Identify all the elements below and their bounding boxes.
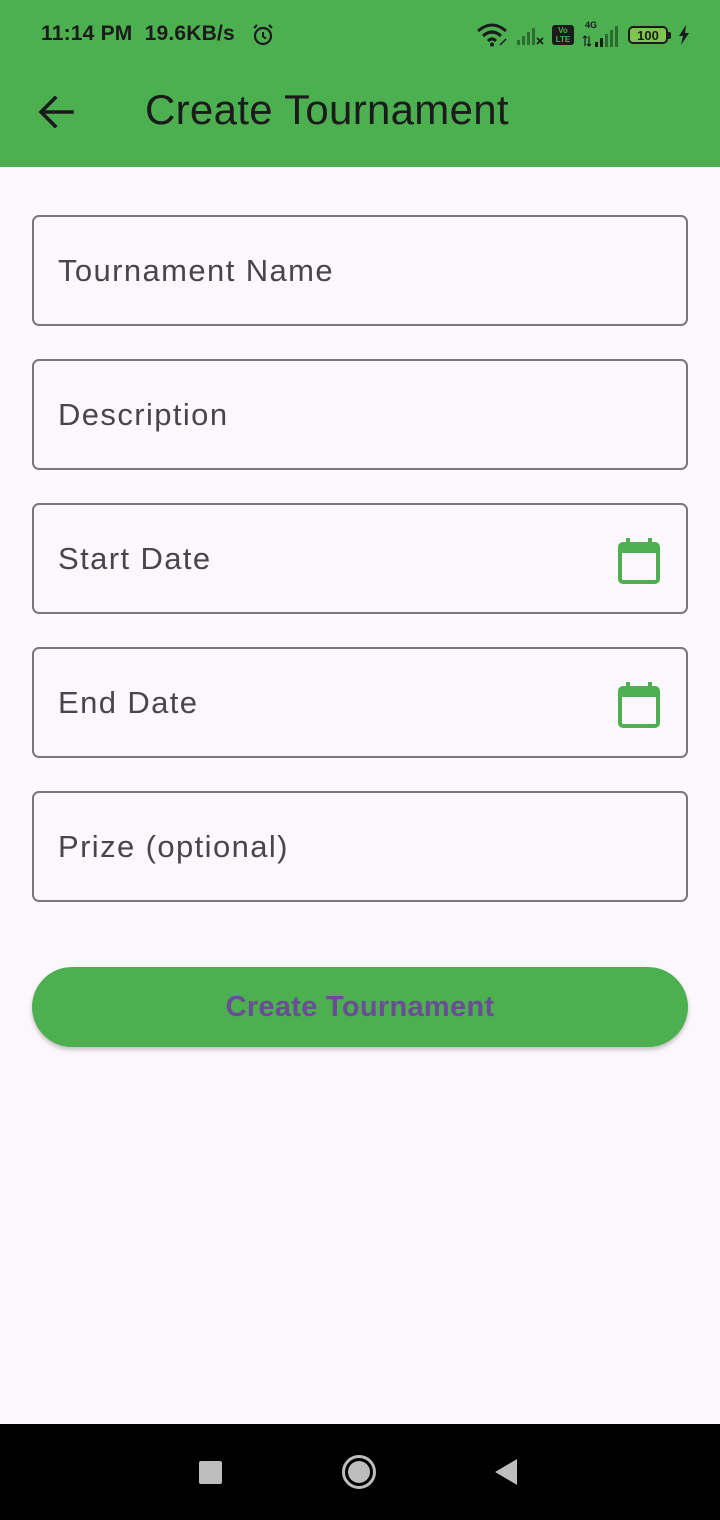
4g-signal-icon: 4G	[582, 20, 620, 48]
create-tournament-button[interactable]: Create Tournament	[32, 967, 688, 1047]
status-time-speed: 11:14 PM 19.6KB/s	[41, 22, 235, 46]
status-speed: 19.6KB/s	[144, 22, 235, 45]
back-button[interactable]	[24, 80, 88, 144]
home-icon[interactable]	[341, 1454, 377, 1490]
description-label: Description	[58, 396, 229, 432]
start-date-field[interactable]: Start Date	[32, 503, 688, 614]
volte-line2: LTE	[555, 35, 571, 44]
start-date-label: Start Date	[58, 540, 212, 576]
end-date-label: End Date	[58, 684, 199, 720]
status-time: 11:14 PM	[41, 22, 133, 45]
volte-line1: Vo	[558, 26, 568, 35]
status-icons: Vo LTE 4G 100	[476, 20, 690, 50]
wifi-icon	[477, 23, 507, 47]
arrow-back-icon	[38, 96, 74, 128]
calendar-icon[interactable]	[618, 682, 660, 728]
create-tournament-button-label: Create Tournament	[225, 990, 495, 1023]
end-date-field[interactable]: End Date	[32, 647, 688, 758]
alarm-icon	[253, 24, 273, 46]
recent-apps-icon[interactable]	[199, 1461, 222, 1484]
calendar-icon[interactable]	[618, 538, 660, 584]
status-bar: 11:14 PM 19.6KB/s Vo LTE 4G 100	[0, 0, 720, 70]
signal-icon	[517, 28, 544, 45]
charging-icon	[679, 25, 689, 45]
prize-label: Prize (optional)	[58, 828, 289, 864]
back-triangle-icon[interactable]	[494, 1458, 518, 1486]
tournament-name-label: Tournament Name	[58, 252, 335, 288]
page-title: Create Tournament	[145, 86, 509, 133]
battery-icon: 100	[628, 26, 671, 44]
app-bar: 11:14 PM 19.6KB/s Vo LTE 4G 100 Create T…	[0, 0, 720, 167]
description-field[interactable]: Description	[32, 359, 688, 470]
volte-icon: Vo LTE	[552, 25, 574, 45]
tournament-name-field[interactable]: Tournament Name	[32, 215, 688, 326]
prize-field[interactable]: Prize (optional)	[32, 791, 688, 902]
system-nav-bar	[0, 1424, 720, 1520]
